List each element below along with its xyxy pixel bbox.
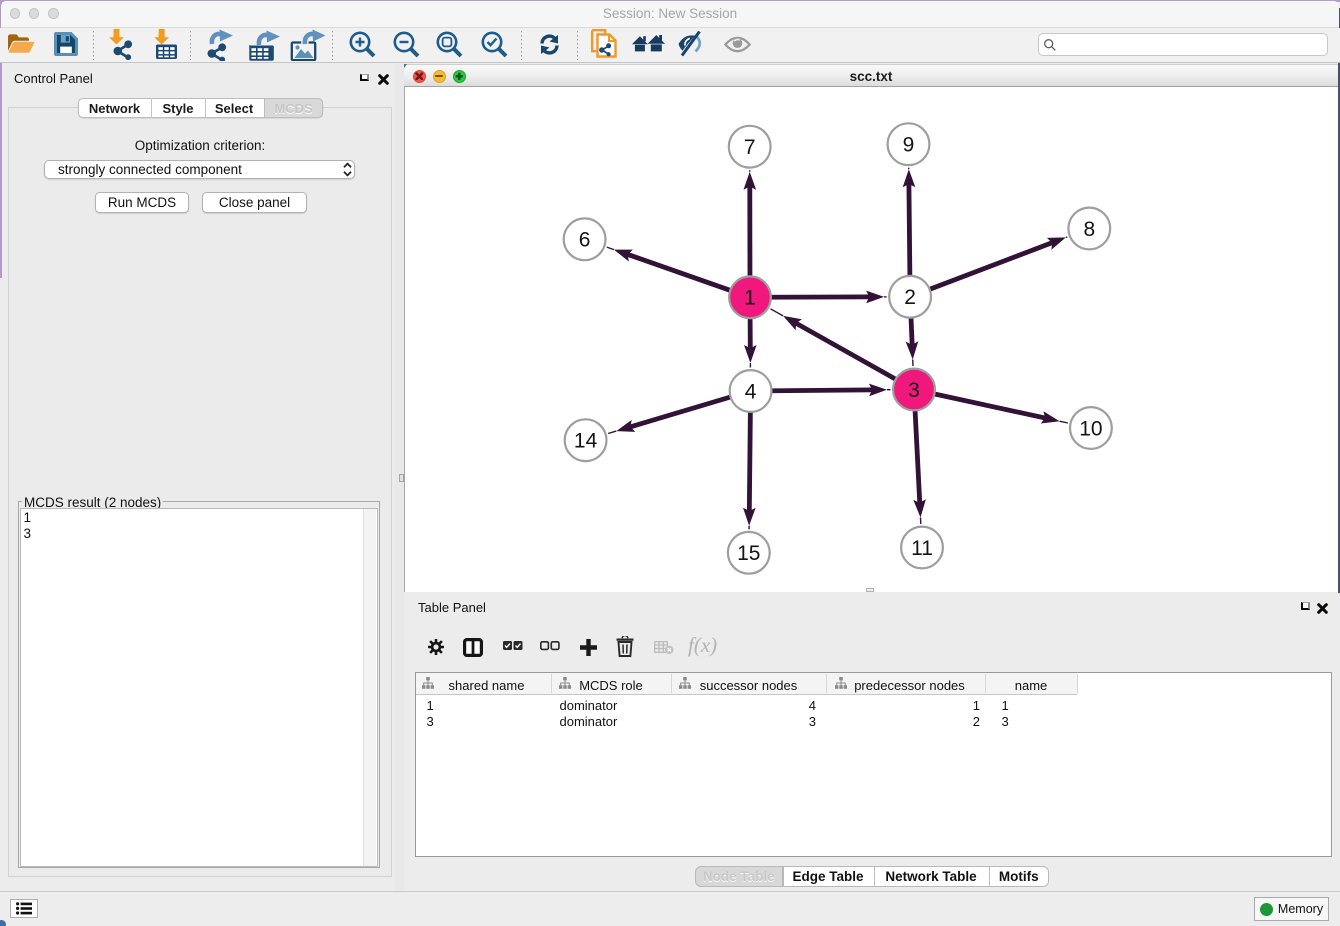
svg-text:7: 7 bbox=[744, 136, 756, 159]
svg-text:4: 4 bbox=[745, 380, 757, 403]
svg-text:3: 3 bbox=[908, 379, 920, 402]
svg-text:2: 2 bbox=[904, 286, 916, 309]
svg-text:14: 14 bbox=[574, 430, 598, 453]
svg-text:10: 10 bbox=[1079, 417, 1102, 440]
svg-text:1: 1 bbox=[744, 287, 756, 310]
svg-text:8: 8 bbox=[1083, 218, 1095, 241]
svg-text:11: 11 bbox=[911, 537, 933, 560]
svg-text:6: 6 bbox=[579, 229, 591, 252]
svg-text:9: 9 bbox=[903, 134, 915, 157]
svg-text:15: 15 bbox=[737, 542, 760, 565]
